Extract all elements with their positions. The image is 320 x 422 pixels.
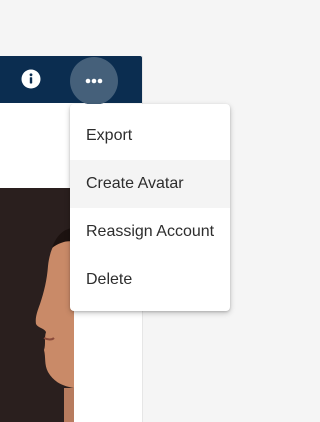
- more-horizontal-icon: [85, 78, 103, 84]
- menu-item-label: Export: [86, 127, 133, 144]
- menu-item-label: Reassign Account: [86, 223, 215, 240]
- profile-photo: [0, 188, 74, 422]
- menu-item-label: Create Avatar: [86, 175, 184, 192]
- menu-item-reassign-account[interactable]: Reassign Account: [70, 208, 230, 256]
- photo-face-silhouette: [0, 188, 74, 422]
- menu-item-export[interactable]: Export: [70, 112, 230, 160]
- more-options-button[interactable]: [70, 57, 118, 105]
- menu-item-label: Delete: [86, 271, 133, 288]
- menu-item-delete[interactable]: Delete: [70, 256, 230, 304]
- info-icon: [21, 69, 41, 89]
- options-dropdown-menu: Export Create Avatar Reassign Account De…: [70, 104, 230, 311]
- panel-header-toolbar: [0, 56, 142, 105]
- info-button[interactable]: [20, 68, 42, 90]
- menu-item-create-avatar[interactable]: Create Avatar: [70, 160, 230, 208]
